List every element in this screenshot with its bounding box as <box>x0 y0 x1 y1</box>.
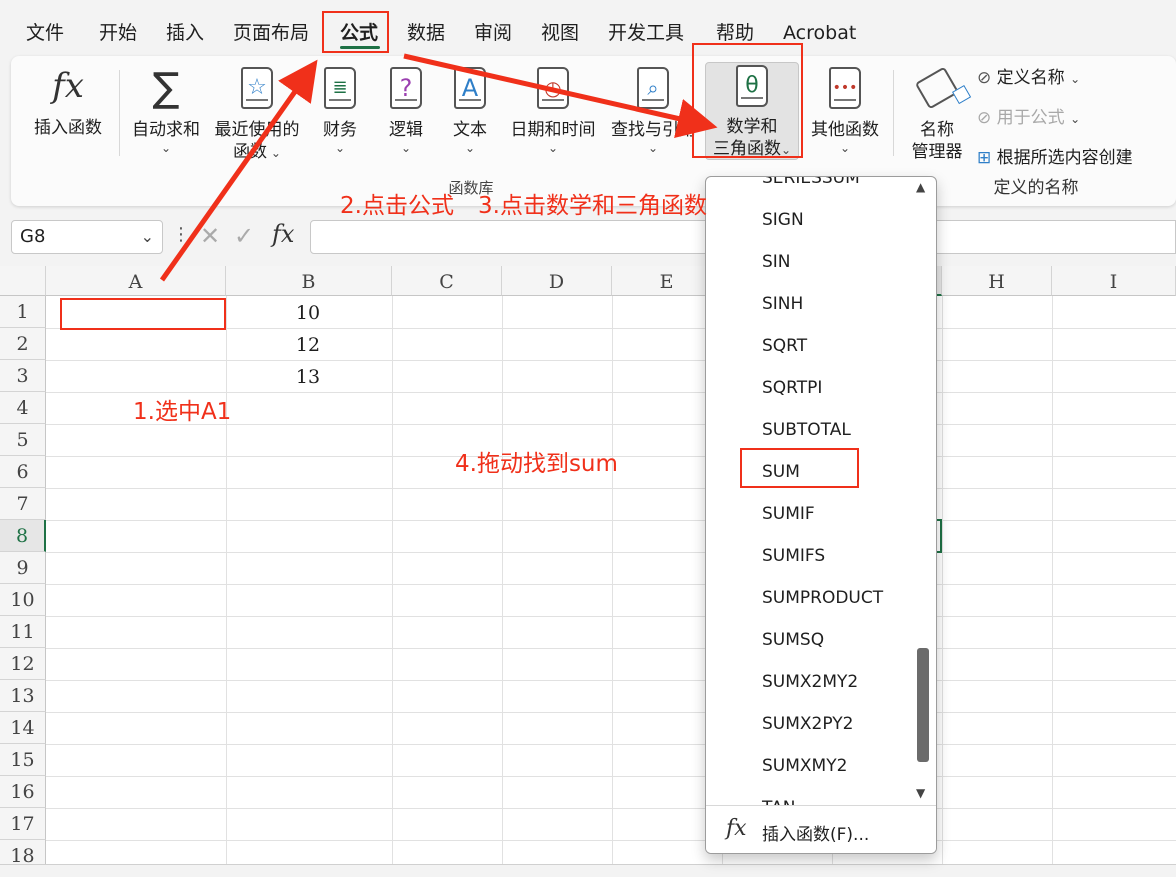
annotation-step3: 3.点击数学和三角函数 <box>478 193 707 219</box>
annotation-step4: 4.拖动找到sum <box>455 451 618 477</box>
annotation-arrows <box>159 53 718 282</box>
annotation-step1: 1.选中A1 <box>133 399 232 425</box>
arrow-to-formulas-tab <box>159 59 318 282</box>
arrow-to-math-button <box>403 53 718 139</box>
annotation-step2: 2.点击公式 <box>340 193 454 219</box>
